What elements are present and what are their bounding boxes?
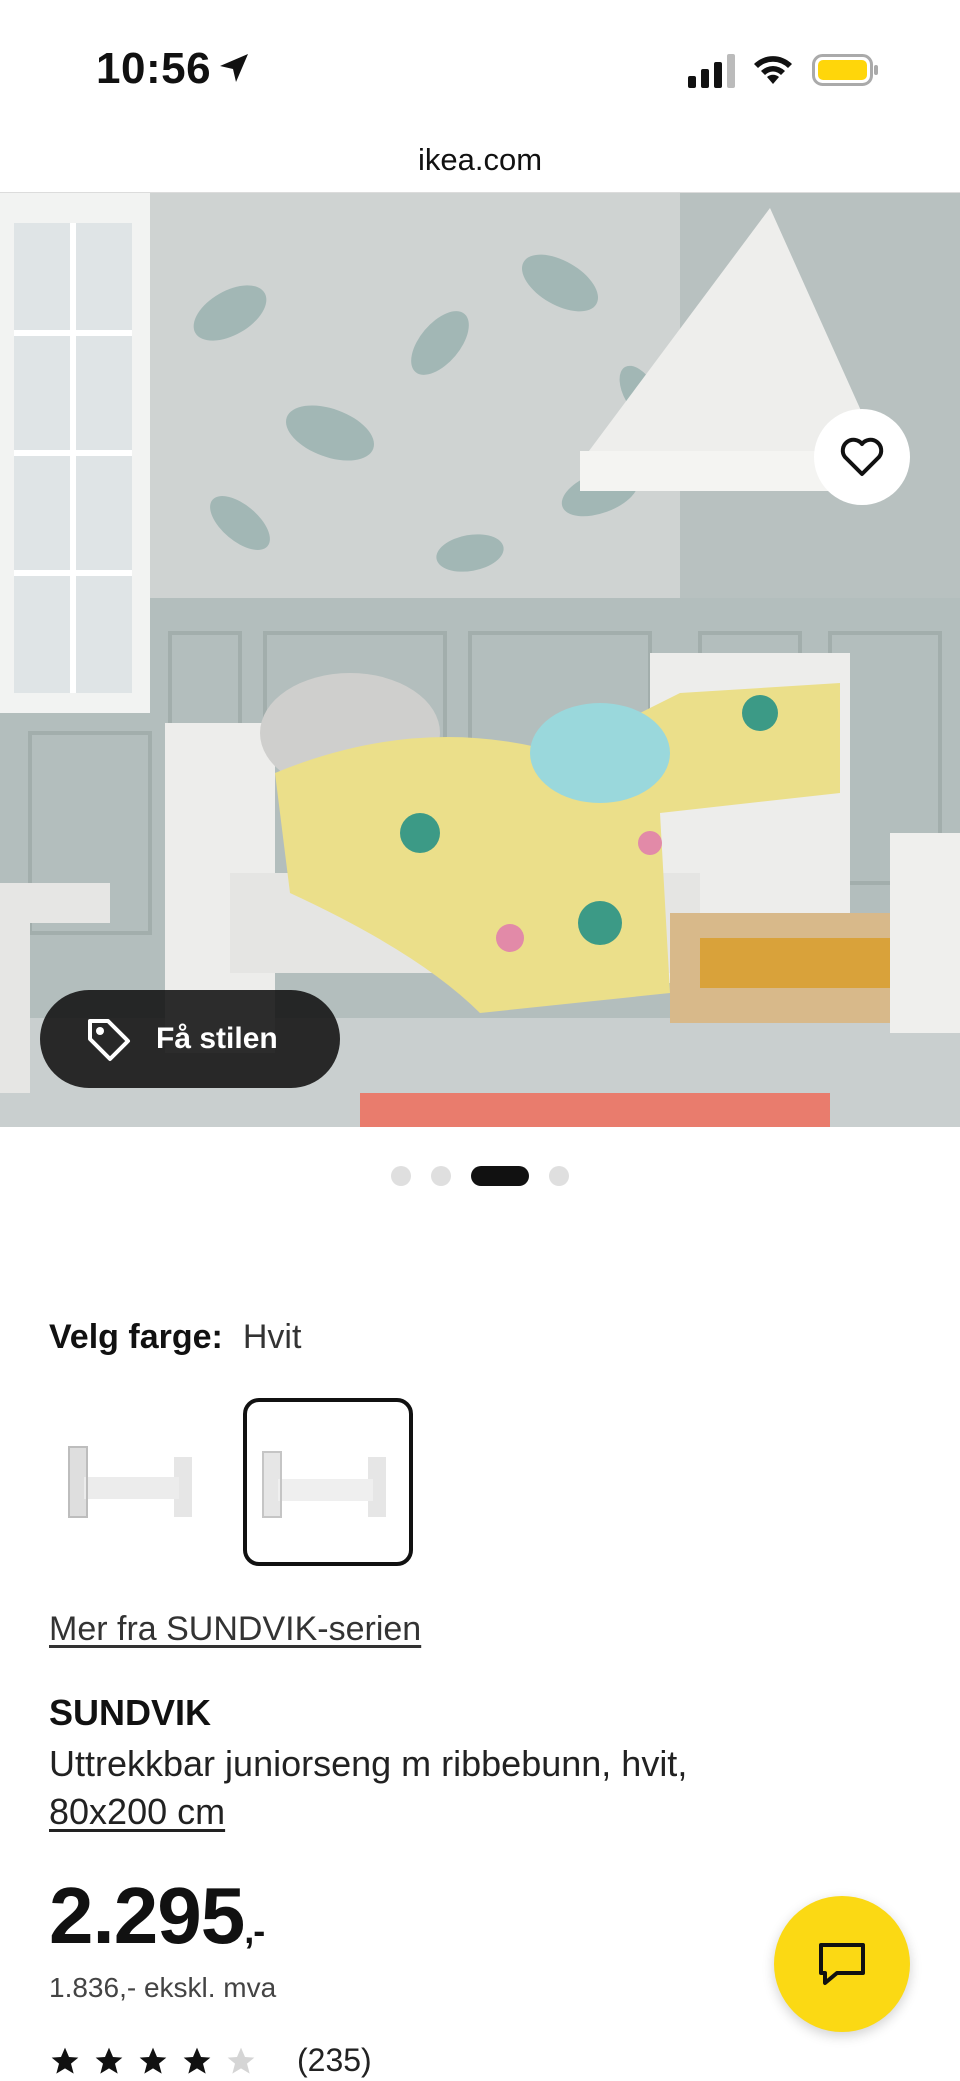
star-filled-icon [95,2047,123,2074]
product-size-link[interactable]: 80x200 cm [49,1791,225,1832]
bed-thumbnail-image [262,1451,386,1518]
star-filled-icon [51,2047,79,2074]
carousel-dot-active[interactable] [471,1166,529,1186]
browser-url[interactable]: ikea.com [0,135,960,193]
product-hero-image[interactable] [0,193,960,1127]
product-description-text: Uttrekkbar juniorseng m ribbebunn, hvit, [49,1743,688,1784]
status-bar: 10:56 [0,0,960,135]
cellular-signal-icon [688,54,735,88]
status-time: 10:56 [96,44,212,93]
rating-count: (235) [297,2042,372,2078]
price-ex-vat: 1.836,- ekskl. mva [49,1972,277,2003]
series-link[interactable]: Mer fra SUNDVIK-serien [49,1610,421,1649]
color-swatches [49,1398,413,1566]
color-swatch-selected[interactable] [243,1398,413,1566]
carousel-dot[interactable] [549,1166,569,1186]
color-value: Hvit [242,1318,302,1356]
star-empty-icon [227,2047,255,2074]
carousel-indicator[interactable] [0,1166,960,1186]
star-filled-icon [139,2047,167,2074]
heart-icon [840,437,884,476]
chat-bubble-icon [819,1943,865,1985]
chat-button[interactable] [774,1896,910,2032]
location-arrow-icon [220,54,248,82]
bedroom-scene-image [0,193,960,1127]
color-label: Velg farge: [49,1318,223,1356]
battery-icon [812,54,878,86]
price-amount: 2.295 [49,1871,245,1960]
product-price: 2.295,- [49,1870,265,1962]
get-the-look-label: Få stilen [156,1022,278,1055]
favorite-button[interactable] [814,409,910,505]
bed-thumbnail-image [68,1446,192,1518]
wifi-icon [754,56,792,84]
carousel-dot[interactable] [431,1166,451,1186]
color-selector-heading: Velg farge: Hvit [49,1318,301,1357]
star-filled-icon [183,2047,211,2074]
price-suffix: ,- [244,1910,265,1951]
carousel-dot[interactable] [391,1166,411,1186]
product-description: Uttrekkbar juniorseng m ribbebunn, hvit,… [49,1740,889,1836]
tag-icon [88,1019,130,1061]
product-rating[interactable]: (235) [49,2042,372,2079]
get-the-look-button[interactable]: Få stilen [40,990,340,1088]
color-swatch-option[interactable] [49,1398,219,1566]
product-name: SUNDVIK [49,1692,212,1733]
